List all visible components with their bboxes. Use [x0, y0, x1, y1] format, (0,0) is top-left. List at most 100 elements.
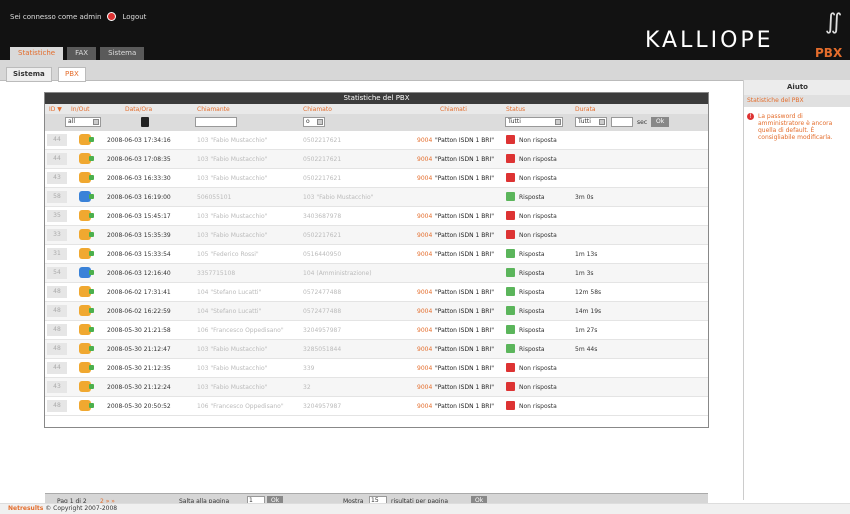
- tab-sistema[interactable]: Sistema: [100, 47, 145, 60]
- row-caller: 103 "Fabio Mustacchio": [197, 232, 268, 239]
- row-caller: 3357715108: [197, 270, 236, 277]
- row-trunk: "Patton ISDN 1 BRI": [435, 251, 495, 258]
- duration-filter-select[interactable]: Tutti: [575, 117, 607, 127]
- col-date[interactable]: Data/Ora: [125, 106, 152, 113]
- stats-panel: Statistiche del PBX ID ▼ In/Out Data/Ora…: [44, 92, 709, 508]
- main-tabs: Statistiche FAX Sistema: [10, 47, 145, 60]
- row-id: 58: [47, 191, 67, 203]
- logout-icon[interactable]: [107, 12, 117, 21]
- col-id[interactable]: ID ▼: [49, 106, 62, 113]
- col-caller[interactable]: Chiamante: [197, 106, 230, 113]
- col-duration[interactable]: Durata: [575, 106, 596, 113]
- row-called: 104 (Amministrazione): [303, 270, 372, 277]
- row-prefix: 9004: [417, 384, 433, 391]
- row-date: 2008-06-03 15:35:39: [107, 232, 171, 239]
- row-id: 33: [47, 229, 67, 241]
- missed-icon: [506, 211, 515, 220]
- row-date: 2008-05-30 21:12:24: [107, 384, 171, 391]
- row-trunk: "Patton ISDN 1 BRI": [435, 156, 495, 163]
- table-row[interactable]: 48 2008-06-02 16:22:59 104 "Stefano Lucatt…: [45, 302, 708, 321]
- row-status: Non risposta: [519, 213, 557, 220]
- row-trunk: "Patton ISDN 1 BRI": [435, 346, 495, 353]
- col-status[interactable]: Status: [506, 106, 525, 113]
- row-date: 2008-06-03 17:08:35: [107, 156, 171, 163]
- row-status: Risposta: [519, 308, 545, 315]
- missed-icon: [506, 230, 515, 239]
- row-id: 54: [47, 267, 67, 279]
- subtab-sistema[interactable]: Sistema: [6, 67, 52, 82]
- row-id: 43: [47, 172, 67, 184]
- logout-link[interactable]: Logout: [122, 13, 146, 21]
- chevron-down-icon: [93, 119, 99, 125]
- row-duration: 1m 3s: [575, 270, 594, 277]
- row-called: 0502217621: [303, 156, 342, 163]
- calendar-icon[interactable]: [141, 117, 149, 127]
- table-row[interactable]: 43 2008-05-30 21:12:24 103 "Fabio Mustacch…: [45, 378, 708, 397]
- incoming-call-icon: [79, 267, 94, 278]
- outgoing-call-icon: [79, 362, 94, 373]
- table-row[interactable]: 44 2008-05-30 21:12:35 103 "Fabio Mustacch…: [45, 359, 708, 378]
- col-called[interactable]: Chiamato: [303, 106, 332, 113]
- row-trunk: "Patton ISDN 1 BRI": [435, 175, 495, 182]
- row-status: Risposta: [519, 327, 545, 334]
- table-row[interactable]: 48 2008-06-02 17:31:41 104 "Stefano Lucatt…: [45, 283, 708, 302]
- row-id: 43: [47, 381, 67, 393]
- row-status: Risposta: [519, 346, 545, 353]
- row-status: Non risposta: [519, 156, 557, 163]
- row-prefix: 9004: [417, 289, 433, 296]
- table-row[interactable]: 33 2008-06-03 15:35:39 103 "Fabio Mustacch…: [45, 226, 708, 245]
- table-row[interactable]: 31 2008-06-03 15:33:54 105 "Federico Rossi…: [45, 245, 708, 264]
- row-id: 48: [47, 286, 67, 298]
- duration-filter-input[interactable]: [611, 117, 633, 127]
- logged-user-text: Sei connesso come admin: [10, 12, 102, 21]
- row-called: 0502217621: [303, 137, 342, 144]
- dir-filter-select[interactable]: all: [65, 117, 101, 127]
- col-dir[interactable]: In/Out: [71, 106, 89, 113]
- row-duration: 5m 44s: [575, 346, 598, 353]
- row-trunk: "Patton ISDN 1 BRI": [435, 403, 495, 410]
- row-trunk: "Patton ISDN 1 BRI": [435, 213, 495, 220]
- row-caller: 104 "Stefano Lucatti": [197, 289, 262, 296]
- table-row[interactable]: 44 2008-06-03 17:08:35 103 "Fabio Mustacch…: [45, 150, 708, 169]
- row-caller: 103 "Fabio Mustacchio": [197, 346, 268, 353]
- row-prefix: 9004: [417, 308, 433, 315]
- row-prefix: 9004: [417, 232, 433, 239]
- row-called: 3403687978: [303, 213, 342, 220]
- footer-copyright: © Copyright 2007-2008: [45, 505, 118, 512]
- status-filter-select[interactable]: Tutti: [505, 117, 563, 127]
- table-row[interactable]: 44 2008-06-03 17:34:16 103 "Fabio Mustacch…: [45, 131, 708, 150]
- table-row[interactable]: 48 2008-05-30 21:12:47 103 "Fabio Mustacch…: [45, 340, 708, 359]
- row-caller: 103 "Fabio Mustacchio": [197, 156, 268, 163]
- column-headers: ID ▼ In/Out Data/Ora Chiamante Chiamato …: [45, 104, 708, 114]
- answered-icon: [506, 306, 515, 315]
- called-filter-select[interactable]: o: [303, 117, 325, 127]
- footer: Netresults © Copyright 2007-2008: [0, 503, 850, 514]
- filter-row: all o Tutti Tutti sec Ok: [45, 114, 708, 131]
- row-called: 0516440950: [303, 251, 342, 258]
- caller-filter-input[interactable]: [195, 117, 237, 127]
- row-called: 0502217621: [303, 232, 342, 239]
- row-status: Risposta: [519, 194, 545, 201]
- table-row[interactable]: 35 2008-06-03 15:45:17 103 "Fabio Mustacch…: [45, 207, 708, 226]
- row-trunk: "Patton ISDN 1 BRI": [435, 289, 495, 296]
- footer-brand: Netresults: [8, 505, 44, 512]
- table-row[interactable]: 43 2008-06-03 16:33:30 103 "Fabio Mustacch…: [45, 169, 708, 188]
- tab-statistiche[interactable]: Statistiche: [10, 47, 64, 60]
- call-list: 44 2008-06-03 17:34:16 103 "Fabio Mustacch…: [45, 131, 708, 416]
- table-row[interactable]: 58 2008-06-03 16:19:00 506055101 103 "Fabio…: [45, 188, 708, 207]
- row-called: 103 "Fabio Mustacchio": [303, 194, 374, 201]
- row-trunk: "Patton ISDN 1 BRI": [435, 365, 495, 372]
- col-trunk[interactable]: Chiamati: [440, 106, 467, 113]
- row-prefix: 9004: [417, 346, 433, 353]
- row-caller: 105 "Federico Rossi": [197, 251, 259, 258]
- row-id: 44: [47, 134, 67, 146]
- tab-fax[interactable]: FAX: [67, 47, 97, 60]
- table-row[interactable]: 48 2008-05-30 21:21:58 106 "Francesco Oppe…: [45, 321, 708, 340]
- filter-ok-button[interactable]: Ok: [651, 117, 670, 127]
- logo-brand: KALLIOPE: [645, 28, 774, 53]
- row-caller: 103 "Fabio Mustacchio": [197, 365, 268, 372]
- subtab-pbx[interactable]: PBX: [58, 67, 86, 82]
- row-status: Non risposta: [519, 232, 557, 239]
- table-row[interactable]: 48 2008-05-30 20:50:52 106 "Francesco Oppe…: [45, 397, 708, 416]
- table-row[interactable]: 54 2008-06-03 12:16:40 3357715108 104 (Ammi…: [45, 264, 708, 283]
